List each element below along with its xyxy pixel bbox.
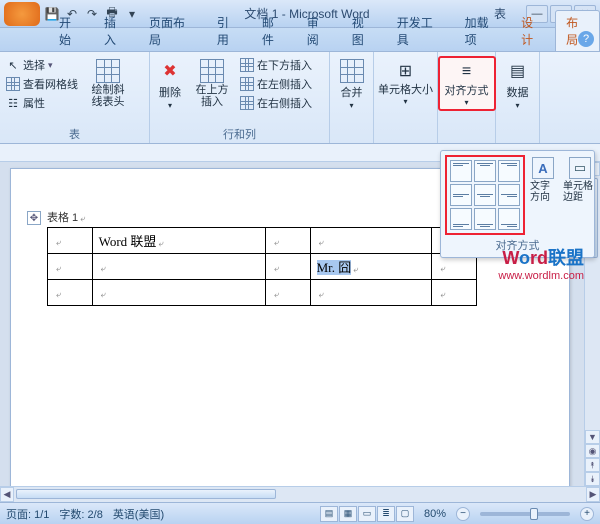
hscroll-thumb[interactable]	[16, 489, 276, 499]
align-bot-left[interactable]	[450, 208, 472, 230]
insert-below-icon	[240, 58, 254, 72]
select-button[interactable]: ↖选择	[4, 56, 80, 74]
align-bot-right[interactable]	[498, 208, 520, 230]
align-top-center[interactable]	[474, 160, 496, 182]
ribbon-tabs: 开始 插入 页面布局 引用 邮件 审阅 视图 开发工具 加载项 设计 布局 ?	[0, 28, 600, 52]
group-table-label: 表	[4, 125, 145, 143]
status-words[interactable]: 字数: 2/8	[59, 506, 102, 522]
table-row: Word 联盟	[48, 228, 477, 254]
tab-developer[interactable]: 开发工具	[386, 10, 454, 51]
tab-addins[interactable]: 加载项	[454, 10, 510, 51]
watermark: Word联盟 www.wordlm.com	[498, 244, 584, 282]
table-cell[interactable]	[265, 280, 310, 306]
zoom-out-button[interactable]: −	[456, 507, 470, 521]
cell-margins-button[interactable]: ▭ 单元格边距	[561, 155, 599, 205]
draw-diagonal-button[interactable]: 绘制斜线表头	[84, 56, 132, 111]
zoom-slider[interactable]	[480, 512, 570, 516]
insert-below-button[interactable]: 在下方插入	[238, 56, 314, 74]
text-direction-icon: A	[532, 157, 554, 179]
horizontal-scrollbar[interactable]: ◀ ▶	[0, 486, 600, 502]
diagonal-icon	[96, 59, 120, 83]
tab-layout[interactable]: 布局	[555, 10, 600, 51]
scroll-right-icon[interactable]: ▶	[586, 487, 600, 502]
tab-references[interactable]: 引用	[206, 10, 251, 51]
delete-button[interactable]: ✖ 删除 ▾	[154, 56, 186, 113]
view-fullscreen[interactable]: ▦	[339, 506, 357, 522]
alignment-dropdown: A 文字方向 ▭ 单元格边距 对齐方式	[440, 150, 595, 258]
tab-view[interactable]: 视图	[341, 10, 386, 51]
office-button[interactable]	[4, 2, 40, 26]
tab-design[interactable]: 设计	[510, 10, 555, 51]
tab-mailings[interactable]: 邮件	[251, 10, 296, 51]
scroll-down-icon[interactable]: ▼	[585, 430, 600, 444]
table-cell[interactable]	[310, 280, 432, 306]
table-row: Mr. 囧	[48, 254, 477, 280]
tab-pagelayout[interactable]: 页面布局	[138, 10, 206, 51]
tab-home[interactable]: 开始	[48, 10, 93, 51]
insert-above-button[interactable]: 在上方插入	[190, 56, 234, 111]
table-cell[interactable]	[92, 280, 265, 306]
data-button[interactable]: ▤ 数据 ▾	[502, 56, 534, 113]
table-cell[interactable]	[48, 280, 93, 306]
align-mid-right[interactable]	[498, 184, 520, 206]
insert-left-button[interactable]: 在左侧插入	[238, 75, 314, 93]
cell-margins-icon: ▭	[569, 157, 591, 179]
view-print-layout[interactable]: ▤	[320, 506, 338, 522]
align-bot-center[interactable]	[474, 208, 496, 230]
insert-left-icon	[240, 77, 254, 91]
merge-icon	[340, 59, 364, 83]
align-top-right[interactable]	[498, 160, 520, 182]
view-web[interactable]: ▭	[358, 506, 376, 522]
browse-object-icon[interactable]: ◉	[585, 444, 600, 458]
align-mid-center[interactable]	[474, 184, 496, 206]
status-page[interactable]: 页面: 1/1	[6, 506, 49, 522]
zoom-level[interactable]: 80%	[424, 508, 446, 520]
zoom-in-button[interactable]: +	[580, 507, 594, 521]
cellsize-icon: ⊞	[394, 59, 418, 83]
table-cell[interactable]: Word 联盟	[92, 228, 265, 254]
view-draft[interactable]: ▢	[396, 506, 414, 522]
table-row	[48, 280, 477, 306]
grid-icon	[6, 77, 20, 91]
gridlines-button[interactable]: 查看网格线	[4, 75, 80, 93]
status-bar: 页面: 1/1 字数: 2/8 英语(美国) ▤ ▦ ▭ ≣ ▢ 80% − +	[0, 502, 600, 524]
merge-button[interactable]: 合并 ▾	[336, 56, 368, 113]
alignment-button[interactable]: ≡ 对齐方式 ▾	[438, 56, 496, 111]
insert-right-button[interactable]: 在右侧插入	[238, 94, 314, 112]
delete-icon: ✖	[158, 59, 182, 83]
table-cell[interactable]	[265, 228, 310, 254]
table-cell[interactable]	[48, 228, 93, 254]
properties-icon: ☷	[6, 96, 20, 110]
view-buttons: ▤ ▦ ▭ ≣ ▢	[320, 506, 414, 522]
scroll-left-icon[interactable]: ◀	[0, 487, 14, 502]
group-rowcol-label: 行和列	[154, 125, 325, 143]
tab-insert[interactable]: 插入	[93, 10, 138, 51]
alignment-grid	[445, 155, 525, 235]
table-cell[interactable]	[432, 280, 477, 306]
insert-above-icon	[200, 59, 224, 83]
prev-page-icon[interactable]: ⯭	[585, 458, 600, 472]
status-language[interactable]: 英语(美国)	[113, 506, 164, 522]
ribbon: ↖选择 查看网格线 ☷属性 绘制斜线表头 表 ✖ 删除 ▾ 在上方插入 在下方插…	[0, 52, 600, 144]
document-table[interactable]: Word 联盟 Mr. 囧	[47, 227, 477, 306]
align-mid-left[interactable]	[450, 184, 472, 206]
data-icon: ▤	[506, 59, 530, 83]
align-top-left[interactable]	[450, 160, 472, 182]
next-page-icon[interactable]: ⯯	[585, 472, 600, 486]
table-cell[interactable]: Mr. 囧	[310, 254, 432, 280]
text-direction-button[interactable]: A 文字方向	[528, 155, 558, 205]
view-outline[interactable]: ≣	[377, 506, 395, 522]
table-cell[interactable]	[265, 254, 310, 280]
alignment-icon: ≡	[455, 60, 479, 84]
cellsize-button[interactable]: ⊞ 单元格大小 ▾	[374, 56, 438, 109]
insert-right-icon	[240, 96, 254, 110]
table-cell[interactable]	[310, 228, 432, 254]
table-cell[interactable]	[48, 254, 93, 280]
cursor-icon: ↖	[6, 58, 20, 72]
tab-review[interactable]: 审阅	[296, 10, 341, 51]
table-move-handle[interactable]: ✥	[27, 211, 41, 225]
help-icon[interactable]: ?	[578, 31, 594, 47]
table-cell[interactable]	[92, 254, 265, 280]
properties-button[interactable]: ☷属性	[4, 94, 80, 112]
